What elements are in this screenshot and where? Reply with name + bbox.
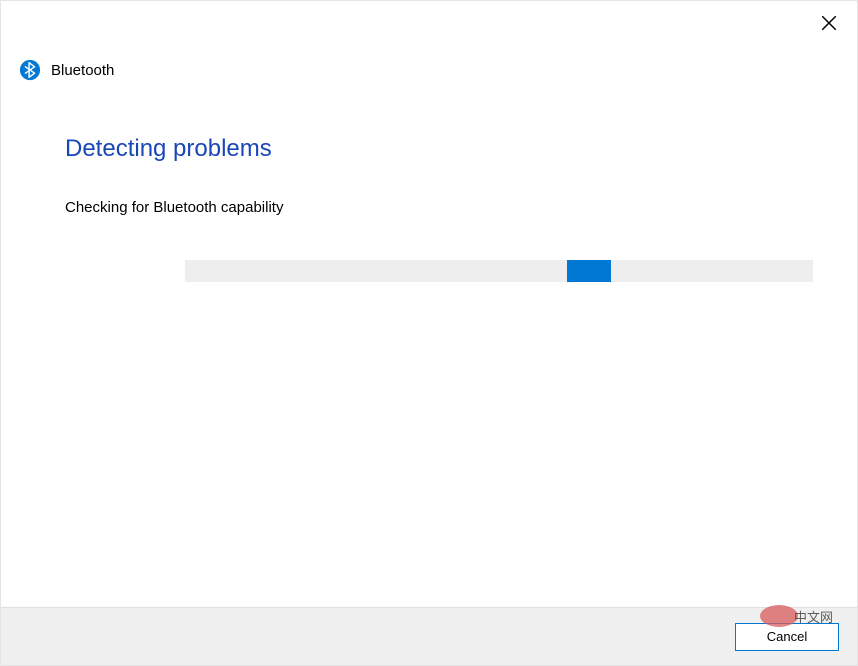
dialog-footer: Cancel xyxy=(1,607,857,665)
troubleshooter-dialog: Bluetooth Detecting problems Checking fo… xyxy=(0,0,858,666)
progress-bar xyxy=(185,260,813,282)
bluetooth-icon xyxy=(19,59,41,81)
dialog-content: Detecting problems Checking for Bluetoot… xyxy=(1,81,857,607)
cancel-button[interactable]: Cancel xyxy=(735,623,839,651)
progress-indicator xyxy=(567,260,611,282)
status-text: Checking for Bluetooth capability xyxy=(65,199,793,216)
main-heading: Detecting problems xyxy=(65,135,793,163)
close-icon xyxy=(820,14,838,37)
dialog-title: Bluetooth xyxy=(51,62,114,79)
cancel-button-label: Cancel xyxy=(767,629,807,644)
close-button[interactable] xyxy=(817,13,841,37)
dialog-header: Bluetooth xyxy=(1,1,857,81)
